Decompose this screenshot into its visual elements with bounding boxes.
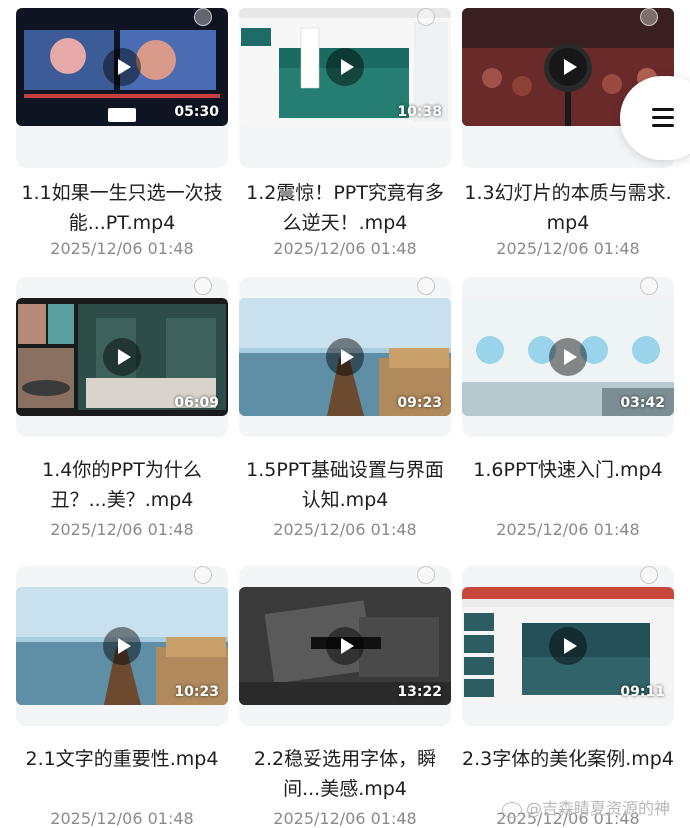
video-date: 2025/12/06 01:48 — [496, 239, 640, 258]
video-title[interactable]: 2.3字体的美化案例.mp4 — [462, 744, 674, 774]
video-duration: 13:22 — [397, 684, 442, 700]
select-checkbox[interactable] — [194, 8, 212, 26]
play-icon[interactable] — [326, 338, 364, 376]
video-date: 2025/12/06 01:48 — [273, 809, 417, 828]
watermark: @吉森睛夏资源的神 — [502, 795, 670, 819]
video-duration: 05:30 — [174, 104, 219, 120]
video-title[interactable]: 1.6PPT快速入门.mp4 — [462, 455, 674, 485]
video-card[interactable]: 10:38 1.2震惊！PPT究竟有多么逆天！.mp4 2025/12/06 0… — [239, 8, 451, 266]
play-icon[interactable] — [103, 627, 141, 665]
video-duration: 09:11 — [620, 684, 665, 700]
video-grid: 05:30 1.1如果一生只选一次技能...PT.mp4 2025/12/06 … — [0, 0, 690, 828]
video-duration: 10:38 — [397, 104, 442, 120]
play-icon[interactable] — [103, 48, 141, 86]
video-card[interactable]: 13:22 2.2稳妥选用字体，瞬间...美感.mp4 2025/12/06 0… — [239, 566, 451, 828]
video-title[interactable]: 1.5PPT基础设置与界面认知.mp4 — [239, 455, 451, 515]
play-icon[interactable] — [326, 627, 364, 665]
select-checkbox[interactable] — [417, 277, 435, 295]
hamburger-menu-icon — [652, 108, 674, 128]
select-checkbox[interactable] — [640, 277, 658, 295]
select-checkbox[interactable] — [194, 277, 212, 295]
video-title[interactable]: 2.1文字的重要性.mp4 — [16, 744, 228, 774]
select-checkbox[interactable] — [417, 8, 435, 26]
video-date: 2025/12/06 01:48 — [273, 520, 417, 539]
video-card[interactable]: 09:23 1.5PPT基础设置与界面认知.mp4 2025/12/06 01:… — [239, 277, 451, 539]
play-icon[interactable] — [103, 338, 141, 376]
video-date: 2025/12/06 01:48 — [496, 520, 640, 539]
select-checkbox[interactable] — [417, 566, 435, 584]
video-date: 2025/12/06 01:48 — [50, 809, 194, 828]
video-duration: 09:23 — [397, 395, 442, 411]
weibo-icon — [502, 801, 522, 818]
play-icon[interactable] — [549, 627, 587, 665]
video-card[interactable]: 05:30 1.1如果一生只选一次技能...PT.mp4 2025/12/06 … — [16, 8, 228, 266]
video-card[interactable]: 10:23 2.1文字的重要性.mp4 2025/12/06 01:48 — [16, 566, 228, 828]
play-icon[interactable] — [326, 48, 364, 86]
video-date: 2025/12/06 01:48 — [273, 239, 417, 258]
select-checkbox[interactable] — [640, 566, 658, 584]
play-icon[interactable] — [549, 48, 587, 86]
video-title[interactable]: 2.2稳妥选用字体，瞬间...美感.mp4 — [239, 744, 451, 804]
watermark-text: @吉森睛夏资源的神 — [526, 799, 671, 818]
video-duration: 10:23 — [174, 684, 219, 700]
video-title[interactable]: 1.1如果一生只选一次技能...PT.mp4 — [16, 178, 228, 238]
video-card[interactable]: 09:11 2.3字体的美化案例.mp4 2025/12/06 01:48 — [462, 566, 674, 828]
video-card[interactable]: 03:42 1.6PPT快速入门.mp4 2025/12/06 01:48 — [462, 277, 674, 539]
video-title[interactable]: 1.3幻灯片的本质与需求.mp4 — [462, 178, 674, 238]
video-title[interactable]: 1.4你的PPT为什么丑？...美？.mp4 — [16, 455, 228, 515]
select-checkbox[interactable] — [194, 566, 212, 584]
play-icon[interactable] — [549, 338, 587, 376]
video-duration: 03:42 — [620, 395, 665, 411]
video-title[interactable]: 1.2震惊！PPT究竟有多么逆天！.mp4 — [239, 178, 451, 238]
video-date: 2025/12/06 01:48 — [50, 520, 194, 539]
select-checkbox[interactable] — [640, 8, 658, 26]
video-card[interactable]: 06:09 1.4你的PPT为什么丑？...美？.mp4 2025/12/06 … — [16, 277, 228, 539]
video-duration: 06:09 — [174, 395, 219, 411]
video-date: 2025/12/06 01:48 — [50, 239, 194, 258]
